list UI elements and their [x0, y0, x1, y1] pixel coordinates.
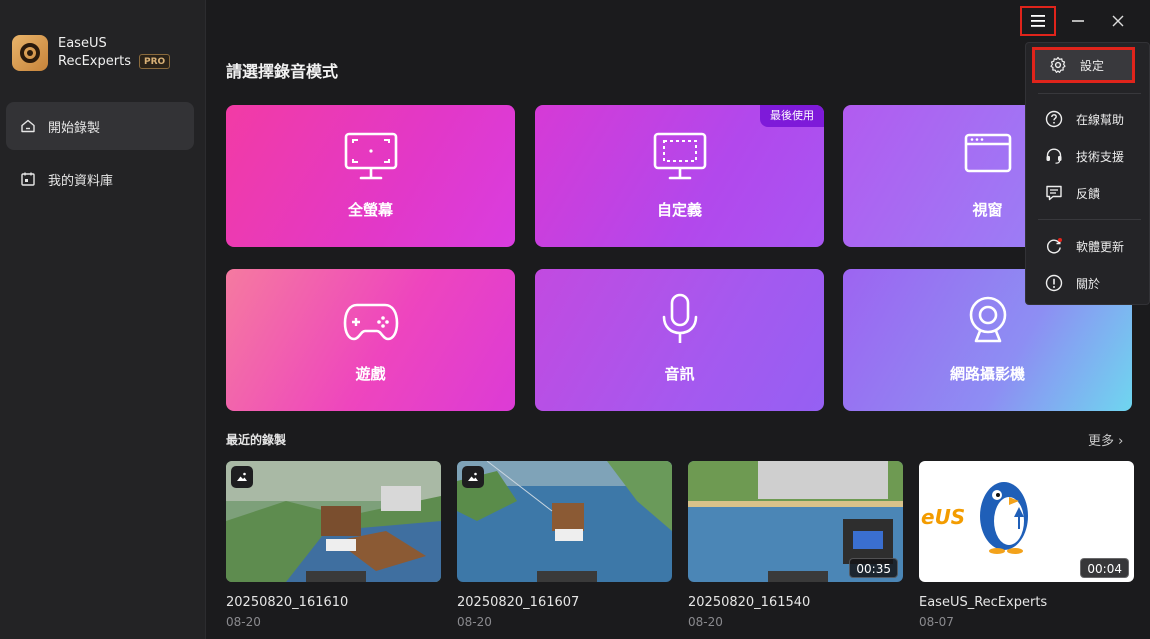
recording-name: 20250820_161607	[457, 595, 580, 610]
recording-date: 08-20	[226, 615, 261, 629]
sidebar-item-label: 我的資料庫	[48, 173, 114, 189]
recording-name: 20250820_161610	[226, 595, 349, 610]
page-title: 請選擇錄音模式	[226, 62, 339, 81]
home-icon	[20, 118, 36, 134]
pro-badge: PRO	[138, 54, 171, 69]
recording-name: 20250820_161540	[688, 595, 811, 610]
brand: EaseUS RecExperts PRO	[12, 35, 171, 71]
mode-label: 全螢幕	[347, 201, 393, 219]
image-type-icon	[462, 466, 484, 488]
mode-card-full-screen[interactable]: 全螢幕	[226, 105, 515, 247]
image-type-icon	[231, 466, 253, 488]
menu-item-label: 關於	[1076, 276, 1101, 291]
more-label: 更多	[1088, 434, 1115, 449]
menu-button[interactable]	[1020, 6, 1056, 36]
recording-thumbnail[interactable]	[226, 461, 441, 582]
duration-badge: 00:04	[1080, 558, 1129, 578]
menu-divider	[1038, 219, 1141, 220]
gear-icon	[1048, 55, 1068, 75]
brand-text: EaseUS RecExperts PRO	[58, 35, 171, 71]
custom-region-icon	[653, 132, 706, 180]
duration-badge: 00:35	[849, 558, 898, 578]
mode-label: 遊戲	[355, 365, 386, 383]
hamburger-icon	[1031, 15, 1045, 27]
minecraft-scene-image	[457, 461, 672, 582]
window-icon	[964, 133, 1011, 173]
library-icon	[20, 171, 36, 187]
menu-item-online-help[interactable]: 在線幫助	[1026, 102, 1150, 136]
sidebar-item-start-recording[interactable]: 開始錄製	[6, 102, 194, 150]
app-window: EaseUS RecExperts PRO 開始錄製 我的資料庫 請選擇錄音模式	[0, 0, 1150, 639]
mode-label: 網路攝影機	[949, 365, 1025, 383]
menu-item-label: 設定	[1080, 58, 1105, 73]
refresh-icon	[1044, 236, 1064, 256]
minecraft-scene-image	[226, 461, 441, 582]
menu-item-settings[interactable]: 設定	[1032, 47, 1135, 83]
microphone-icon	[662, 293, 697, 343]
mode-card-custom[interactable]: 最後使用 自定義	[535, 105, 824, 247]
sidebar-item-label: 開始錄製	[48, 120, 101, 136]
info-icon	[1044, 273, 1064, 293]
main-menu-dropdown: 設定 在線幫助 技術支援 反饋 軟體更新 關於	[1025, 42, 1150, 305]
feedback-icon	[1044, 183, 1064, 203]
minimize-icon	[1072, 20, 1084, 22]
mode-label: 音訊	[664, 365, 695, 383]
mode-card-audio[interactable]: 音訊	[535, 269, 824, 411]
headset-icon	[1044, 146, 1064, 166]
menu-item-about[interactable]: 關於	[1026, 266, 1150, 300]
sidebar-item-library[interactable]: 我的資料庫	[6, 155, 194, 203]
brand-name-line1: EaseUS	[58, 36, 107, 51]
gamepad-icon	[343, 303, 398, 341]
menu-item-label: 軟體更新	[1076, 239, 1125, 254]
recording-thumbnail[interactable]: eUS 00:04	[919, 461, 1134, 582]
recent-recordings-title: 最近的錄製	[226, 433, 287, 447]
menu-item-software-update[interactable]: 軟體更新	[1026, 229, 1150, 263]
mode-card-game[interactable]: 遊戲	[226, 269, 515, 411]
webcam-icon	[969, 296, 1006, 343]
more-link[interactable]: 更多 ›	[1088, 430, 1123, 449]
menu-item-tech-support[interactable]: 技術支援	[1026, 139, 1150, 173]
recording-thumbnail[interactable]: 00:35	[688, 461, 903, 582]
recording-date: 08-20	[688, 615, 723, 629]
sidebar: EaseUS RecExperts PRO 開始錄製 我的資料庫	[0, 0, 206, 639]
menu-item-feedback[interactable]: 反饋	[1026, 176, 1150, 210]
help-icon	[1044, 109, 1064, 129]
menu-divider	[1038, 93, 1141, 94]
app-logo	[12, 35, 48, 71]
last-used-badge: 最後使用	[760, 105, 824, 127]
brand-name-line2: RecExperts	[58, 54, 131, 69]
full-screen-icon	[344, 132, 397, 180]
menu-item-label: 反饋	[1076, 186, 1101, 201]
close-button[interactable]	[1102, 7, 1134, 35]
recording-date: 08-07	[919, 615, 954, 629]
close-icon	[1112, 15, 1124, 27]
menu-item-label: 在線幫助	[1076, 112, 1125, 127]
minimize-button[interactable]	[1062, 7, 1094, 35]
mode-label: 自定義	[656, 201, 702, 219]
recording-thumbnail[interactable]	[457, 461, 672, 582]
chevron-right-icon: ›	[1118, 434, 1124, 449]
menu-item-label: 技術支援	[1076, 149, 1125, 164]
recording-name: EaseUS_RecExperts	[919, 595, 1048, 610]
recording-date: 08-20	[457, 615, 492, 629]
